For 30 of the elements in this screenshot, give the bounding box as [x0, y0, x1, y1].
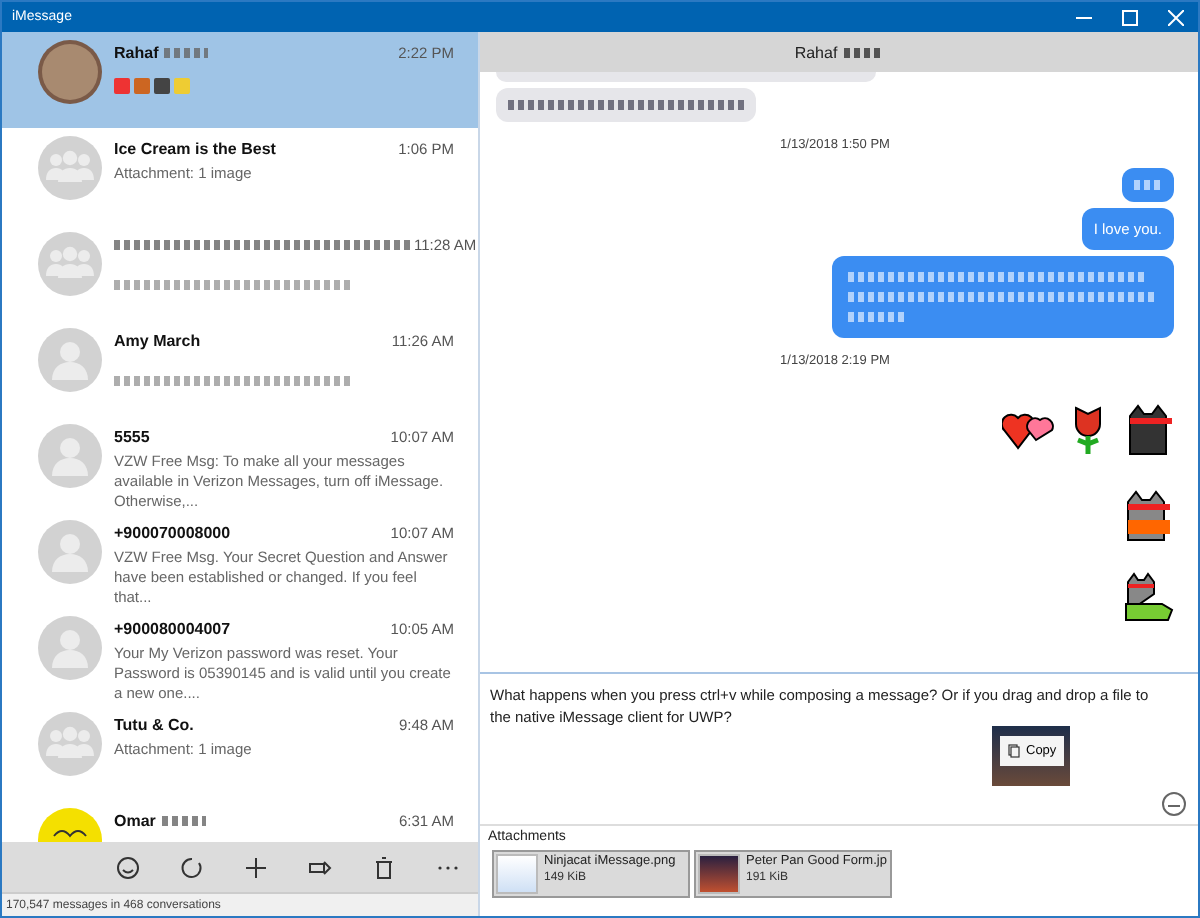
chat-title: Rahaf [794, 43, 838, 61]
screenshot-thumbnail [496, 854, 538, 894]
group-avatar-icon [38, 232, 102, 296]
tag-icon [308, 855, 332, 879]
avatar-photo [38, 40, 102, 104]
person-avatar-icon [38, 520, 102, 584]
person-avatar-icon [38, 328, 102, 392]
copy-icon [1008, 744, 1020, 758]
contact-name: +900080004007 [114, 620, 231, 638]
emoji-button[interactable] [1162, 792, 1186, 816]
contact-name: Omar [114, 812, 156, 830]
contact-name: +900070008000 [114, 524, 231, 542]
cat-rider-sticker [1122, 486, 1174, 542]
person-avatar-icon [38, 424, 102, 488]
contact-name: Tutu & Co. [114, 716, 194, 734]
group-avatar-icon [38, 712, 102, 776]
person-avatar-icon [38, 616, 102, 680]
sticker-preview-icon [114, 78, 194, 96]
contact-name: Ice Cream is the Best [114, 140, 276, 158]
group-avatar-icon [38, 136, 102, 200]
contact-name: Rahaf [114, 44, 159, 62]
refresh-icon [180, 855, 204, 879]
close-icon [1167, 9, 1183, 25]
smiley-icon [116, 855, 140, 879]
photo-placeholder [698, 854, 740, 894]
maximize-icon [1121, 9, 1137, 25]
contact-name: 5555 [114, 428, 150, 446]
add-icon [244, 855, 268, 879]
contact-name: Amy March [114, 332, 201, 350]
delete-icon [372, 855, 396, 879]
